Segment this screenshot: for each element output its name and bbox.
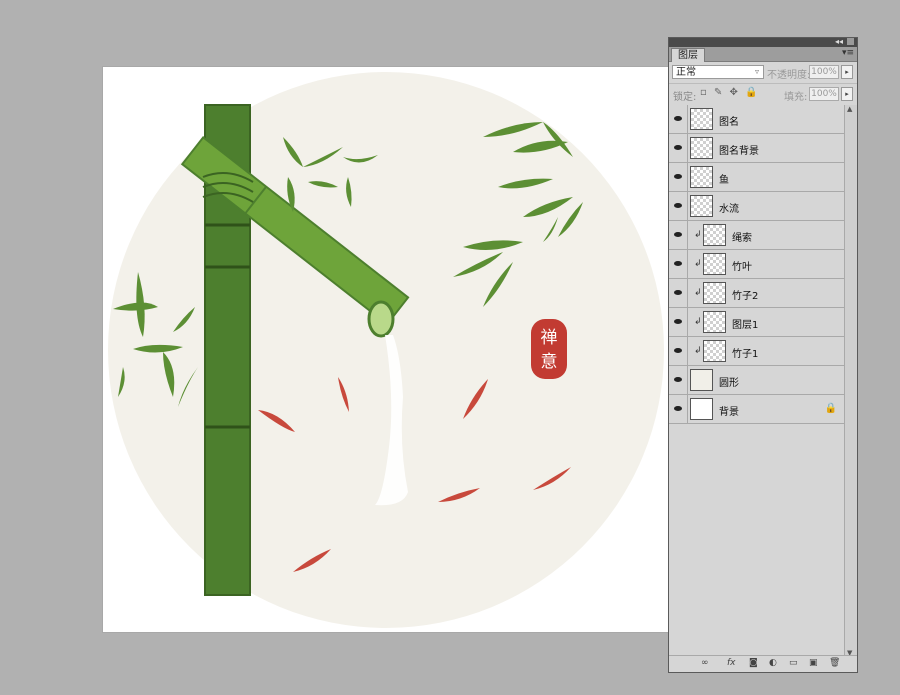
layer-row[interactable]: 图名背景 [669, 134, 845, 163]
blend-mode-select[interactable]: 正常 [672, 65, 764, 79]
layer-list: 图名 图名背景 鱼 水流 ↲ 绳索 ↲ 竹叶 ↲ 竹子2 ↲ 图层1 ↲ 竹子1… [669, 105, 845, 424]
layer-thumbnail [703, 282, 726, 304]
mask-icon[interactable]: ◙ [749, 658, 758, 669]
trash-icon[interactable]: 🗑 [829, 658, 840, 669]
eye-icon[interactable] [670, 192, 688, 220]
clipping-mask-icon: ↲ [694, 288, 702, 298]
layer-name: 竹子1 [732, 349, 759, 360]
eye-icon[interactable] [670, 308, 688, 336]
eye-icon[interactable] [670, 395, 688, 423]
bamboo-pipe-opening [367, 300, 395, 338]
document-canvas[interactable]: 禅 意 [103, 67, 669, 632]
layer-row[interactable]: 图名 [669, 105, 845, 134]
layer-list-scrollbar[interactable]: ▲ ▼ [844, 105, 857, 657]
layer-row[interactable]: 水流 [669, 192, 845, 221]
layer-row[interactable]: ↲ 竹子2 [669, 279, 845, 308]
seal-char: 禅 [541, 328, 558, 348]
layer-thumbnail [703, 253, 726, 275]
chevron-down-icon[interactable]: ▿ [755, 65, 759, 79]
layer-name: 竹子2 [732, 291, 759, 302]
layer-thumbnail [703, 340, 726, 362]
layer-row[interactable]: ↲ 图层1 [669, 308, 845, 337]
layer-row[interactable]: 背景 🔒 [669, 395, 845, 424]
eye-icon[interactable] [670, 337, 688, 365]
layer-name: 绳索 [732, 233, 752, 244]
opacity-label: 不透明度: [767, 70, 811, 81]
layers-bottom-toolbar: ∞ fx ◙ ◐ ▭ ▣ 🗑 [669, 655, 857, 672]
layer-row[interactable]: 鱼 [669, 163, 845, 192]
clipping-mask-icon: ↲ [694, 346, 702, 356]
eye-icon[interactable] [670, 163, 688, 191]
layer-thumbnail [690, 195, 713, 217]
opacity-field[interactable]: 100% [809, 65, 839, 79]
scroll-up-icon[interactable]: ▲ [847, 105, 852, 113]
close-icon[interactable] [847, 38, 854, 45]
fill-label: 填充: [784, 92, 808, 103]
layer-name: 图名背景 [719, 146, 759, 157]
layers-panel: ◂◂ 图层 ▾≡ 正常 ▿ 不透明度: 100% ▸ 锁定: ▫ ✎ ✥ 🔒 填… [668, 37, 858, 673]
link-layers-icon[interactable]: ∞ [701, 658, 709, 669]
eye-icon[interactable] [670, 366, 688, 394]
new-layer-icon[interactable]: ▣ [809, 658, 818, 669]
layer-thumbnail [690, 166, 713, 188]
panel-titlebar[interactable]: ◂◂ [669, 37, 857, 47]
layer-thumbnail [690, 108, 713, 130]
layer-thumbnail [690, 369, 713, 391]
fx-icon[interactable]: fx [727, 658, 736, 669]
artwork: 禅 意 [108, 72, 664, 628]
lock-row: 锁定: ▫ ✎ ✥ 🔒 填充: 100% ▸ [669, 84, 857, 106]
layer-row[interactable]: ↲ 绳索 [669, 221, 845, 250]
layer-thumbnail [703, 224, 726, 246]
layer-name: 背景 [719, 407, 739, 418]
clipping-mask-icon: ↲ [694, 230, 702, 240]
fill-slider-button[interactable]: ▸ [841, 87, 853, 101]
seal-char: 意 [541, 352, 558, 372]
folder-icon[interactable]: ▭ [789, 658, 798, 669]
eye-icon[interactable] [670, 105, 688, 133]
panel-tab-row: 图层 ▾≡ [669, 47, 857, 62]
layer-row[interactable]: 圆形 [669, 366, 845, 395]
eye-icon[interactable] [670, 250, 688, 278]
layer-name: 图名 [719, 117, 739, 128]
layer-row[interactable]: ↲ 竹叶 [669, 250, 845, 279]
clipping-mask-icon: ↲ [694, 317, 702, 327]
blend-row: 正常 ▿ 不透明度: 100% ▸ [669, 62, 857, 84]
layer-name: 水流 [719, 204, 739, 215]
clipping-mask-icon: ↲ [694, 259, 702, 269]
lock-label: 锁定: [673, 92, 697, 103]
layer-name: 竹叶 [732, 262, 752, 273]
opacity-slider-button[interactable]: ▸ [841, 65, 853, 79]
tab-layers[interactable]: 图层 [671, 48, 705, 62]
layer-name: 图层1 [732, 320, 759, 331]
layer-name: 鱼 [719, 175, 729, 186]
layer-thumbnail [690, 398, 713, 420]
eye-icon[interactable] [670, 134, 688, 162]
layer-name: 圆形 [719, 378, 739, 389]
eye-icon[interactable] [670, 221, 688, 249]
lock-options[interactable]: ▫ ✎ ✥ 🔒 [700, 87, 760, 98]
panel-menu-icon[interactable]: ▾≡ [842, 48, 854, 58]
eye-icon[interactable] [670, 279, 688, 307]
lock-icon: 🔒 [824, 403, 837, 414]
fill-field[interactable]: 100% [809, 87, 839, 101]
layer-row[interactable]: ↲ 竹子1 [669, 337, 845, 366]
adjustment-icon[interactable]: ◐ [769, 658, 777, 669]
layer-thumbnail [703, 311, 726, 333]
layer-thumbnail [690, 137, 713, 159]
